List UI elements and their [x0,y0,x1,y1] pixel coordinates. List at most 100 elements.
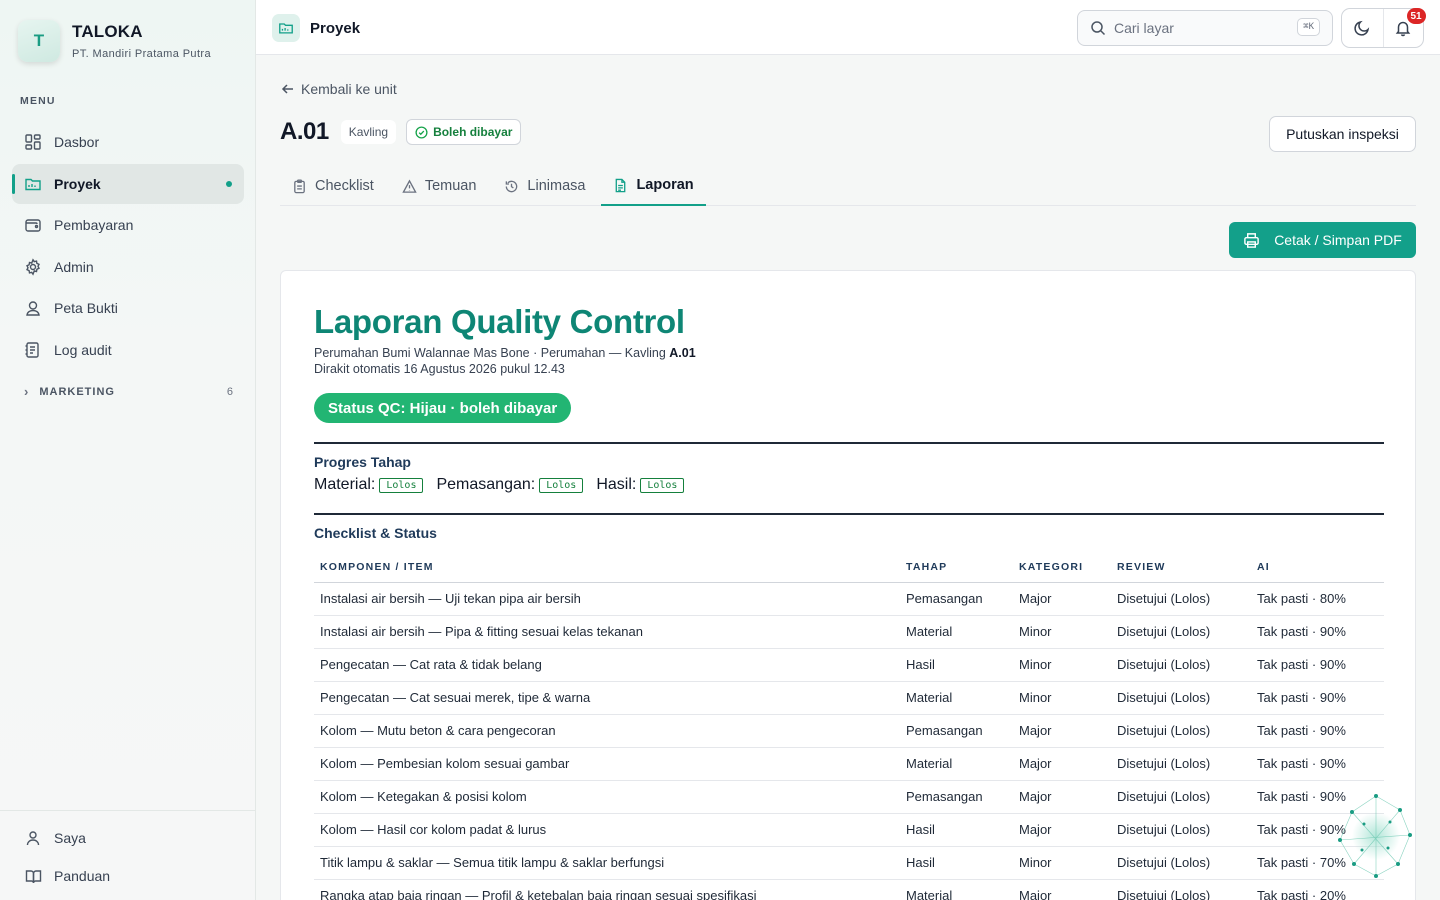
sidebar-item-dasbor[interactable]: Dasbor [12,122,244,162]
cell-item: Rangka atap baja ringan — Profil & keteb… [314,879,900,900]
report-subtitle-text: Perumahan Bumi Walannae Mas Bone · Perum… [314,346,670,360]
pay-status-label: Boleh dibayar [433,125,513,139]
notification-badge: 51 [1406,8,1426,24]
search-icon [1090,20,1106,36]
dashboard-icon [24,133,42,151]
cell-review: Disetujui (Lolos) [1111,780,1251,814]
sidebar-section-marketing[interactable]: › MARKETING 6 [24,384,234,399]
tab-label: Laporan [636,177,694,193]
arrow-left-icon [281,82,295,96]
pay-status-badge: Boleh dibayar [406,119,522,145]
sidebar-item-peta-bukti[interactable]: Peta Bukti [12,288,244,328]
sidebar-bottom: Saya Panduan [0,810,256,895]
cell-stage: Material [900,615,1013,649]
book-icon [24,867,42,885]
divider [314,442,1384,444]
clipboard-icon [292,178,307,194]
tab-linimasa[interactable]: Linimasa [492,166,597,206]
cell-ai: Tak pasti · 90% [1251,648,1384,682]
printer-icon [1243,232,1260,249]
chevron-right-icon: › [24,384,30,399]
sidebar-item-label: Saya [54,830,86,846]
tab-label: Linimasa [527,178,586,194]
table-row: Pengecatan — Cat sesuai merek, tipe & wa… [314,681,1384,715]
table-header-row: KOMPONEN / ITEM TAHAP KATEGORI REVIEW AI [314,552,1384,583]
folder-icon [272,14,300,42]
unit-title: A.01 [280,118,329,145]
folder-icon [24,175,42,193]
shortcut-hint: ⌘K [1297,18,1320,36]
table-row: Kolom — Ketegakan & posisi kolom Pemasang… [314,780,1384,814]
tab-label: Checklist [315,178,374,194]
cell-item: Kolom — Mutu beton & cara pengecoran [314,714,900,748]
table-row: Instalasi air bersih — Pipa & fitting se… [314,615,1384,649]
topbar-title: Proyek [272,14,360,42]
map-pin-icon [24,299,42,317]
cell-stage: Pemasangan [900,714,1013,748]
sidebar-nav: Dasbor Proyek Pembayaran Admin Peta Bukt… [12,122,244,371]
document-icon [613,178,628,193]
cell-review: Disetujui (Lolos) [1111,582,1251,616]
tab-label: Temuan [424,178,477,194]
cell-review: Disetujui (Lolos) [1111,648,1251,682]
sidebar-item-proyek[interactable]: Proyek [12,163,244,204]
cell-item: Titik lampu & saklar — Semua titik lampu… [314,846,900,880]
print-pdf-button[interactable]: Cetak / Simpan PDF [1229,222,1416,258]
cell-ai: Tak pasti · 20% [1251,879,1384,900]
cell-category: Major [1013,747,1111,781]
sidebar-item-admin[interactable]: Admin [12,247,244,287]
cell-stage: Material [900,747,1013,781]
cell-ai: Tak pasti · 80% [1251,582,1384,616]
cell-stage: Pemasangan [900,780,1013,814]
active-indicator-dot [226,180,232,187]
cell-category: Minor [1013,846,1111,880]
back-label: Kembali ke unit [301,81,397,97]
cell-stage: Pemasangan [900,582,1013,616]
cell-stage: Material [900,879,1013,900]
checklist-heading: Checklist & Status [314,525,437,541]
back-link[interactable]: Kembali ke unit [281,81,397,97]
cell-review: Disetujui (Lolos) [1111,681,1251,715]
sidebar-item-saya[interactable]: Saya [0,819,256,857]
divider [314,513,1384,515]
cell-item: Instalasi air bersih — Uji tekan pipa ai… [314,582,900,616]
progress-heading: Progres Tahap [314,454,411,470]
page-title: Proyek [310,19,361,37]
search-input[interactable] [1114,20,1284,36]
cell-ai: Tak pasti · 90% [1251,747,1384,781]
cell-ai: Tak pasti · 90% [1251,615,1384,649]
cell-category: Minor [1013,615,1111,649]
cell-item: Pengecatan — Cat rata & tidak belang [314,648,900,682]
checklist-table: KOMPONEN / ITEM TAHAP KATEGORI REVIEW AI… [314,552,1384,900]
brand[interactable]: T TALOKA PT. Mandiri Pratama Putra [18,20,211,62]
notifications-button[interactable]: 51 [1382,8,1426,47]
cell-stage: Hasil [900,648,1013,682]
cell-item: Pengecatan — Cat sesuai merek, tipe & wa… [314,681,900,715]
tab-temuan[interactable]: Temuan [390,166,489,206]
sidebar-item-pembayaran[interactable]: Pembayaran [12,205,244,245]
history-icon [504,179,519,194]
cell-item: Kolom — Ketegakan & posisi kolom [314,780,900,814]
tab-laporan[interactable]: Laporan [601,166,706,206]
section-label: MARKETING [39,385,115,398]
cell-review: Disetujui (Lolos) [1111,615,1251,649]
company-name: PT. Mandiri Pratama Putra [72,48,211,60]
decide-inspection-button[interactable]: Putuskan inspeksi [1269,116,1416,152]
theme-toggle-button[interactable] [1342,9,1383,47]
moon-icon [1353,19,1371,37]
tab-checklist[interactable]: Checklist [280,166,386,206]
progress-stage-label: Material: [314,476,376,493]
sidebar-item-label: Proyek [54,175,101,192]
sidebar-item-label: Log audit [54,341,112,358]
table-row: Kolom — Hasil cor kolom padat & lurus Has… [314,813,1384,847]
search-box[interactable]: ⌘K [1077,10,1333,46]
cell-category: Major [1013,780,1111,814]
brand-logo: T [18,20,60,62]
cell-category: Major [1013,582,1111,616]
topbar-actions: 51 [1341,8,1426,48]
sidebar-item-log-audit[interactable]: Log audit [12,330,244,370]
report-generated: Dirakit otomatis 16 Agustus 2026 pukul 1… [314,362,565,376]
cell-review: Disetujui (Lolos) [1111,813,1251,847]
sidebar-item-panduan[interactable]: Panduan [0,857,256,895]
qc-report: Laporan Quality Control Perumahan Bumi W… [280,270,1416,900]
